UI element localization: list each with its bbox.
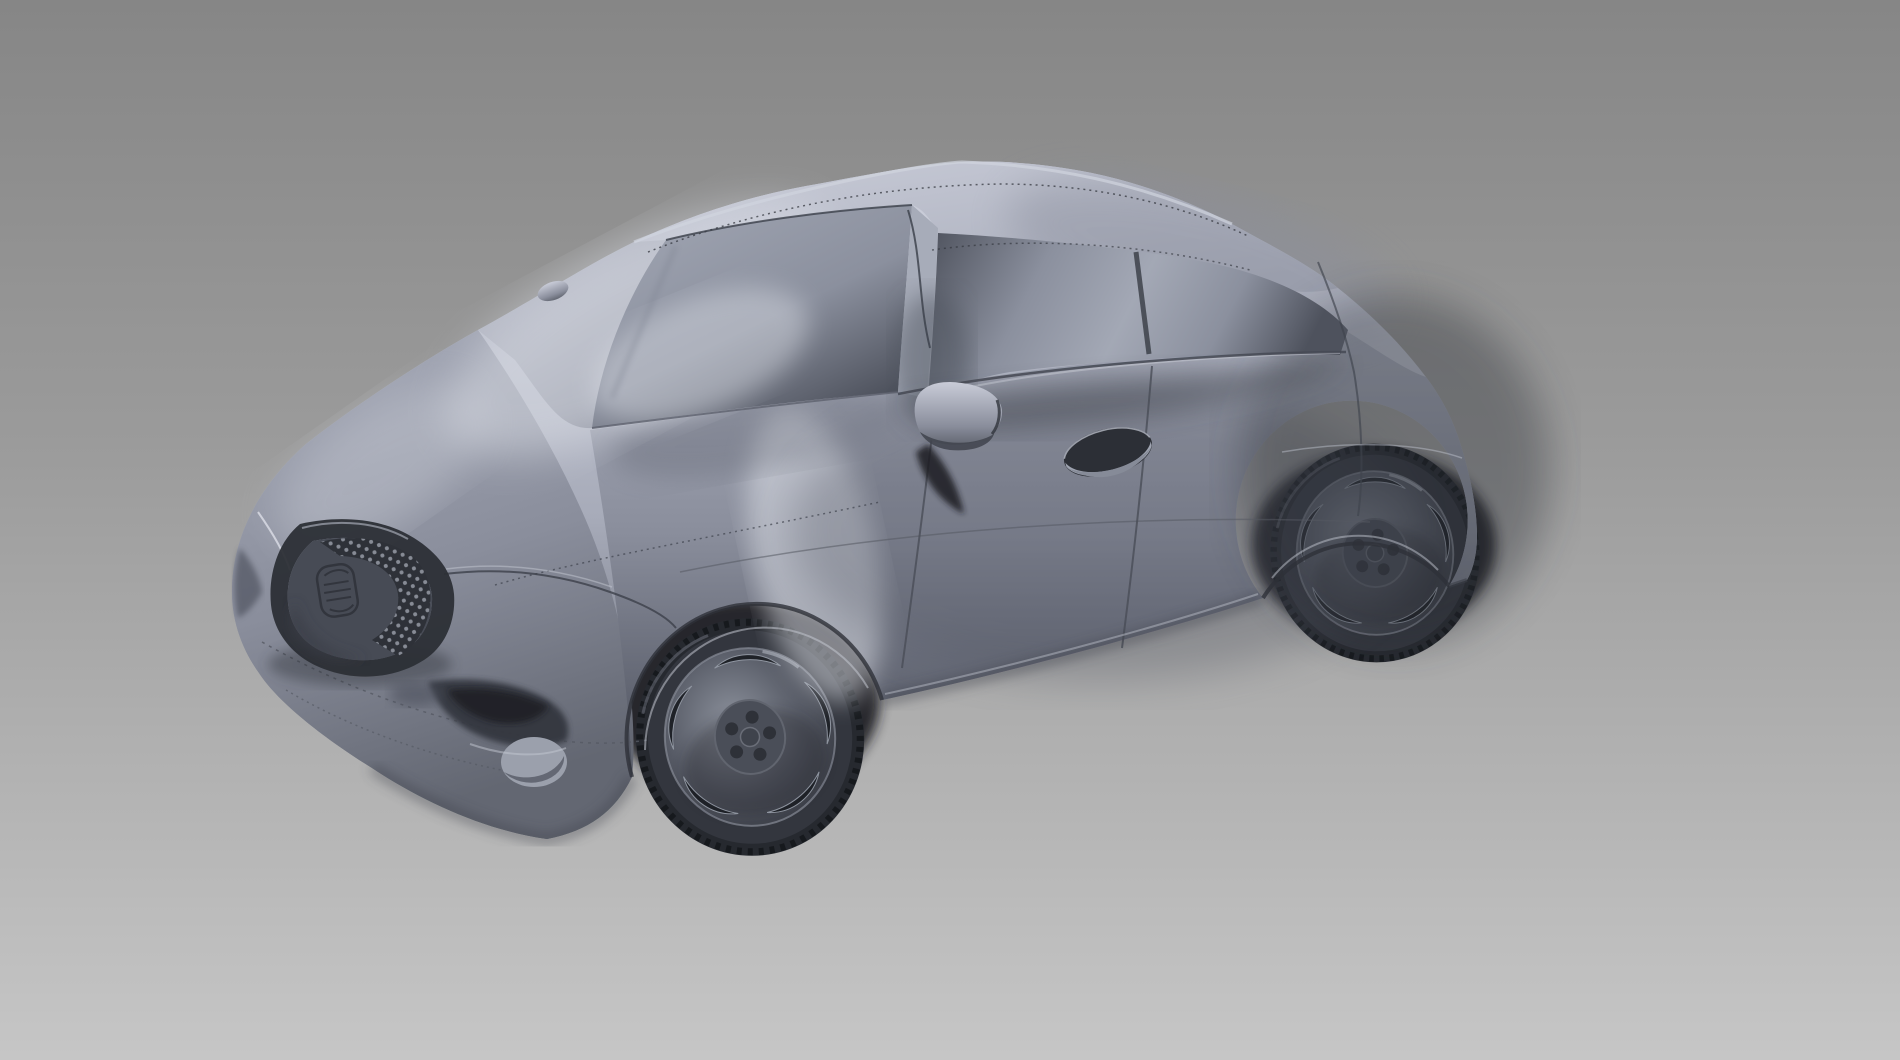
viewport[interactable] [0,0,1900,1060]
intake-smudge [390,682,442,706]
